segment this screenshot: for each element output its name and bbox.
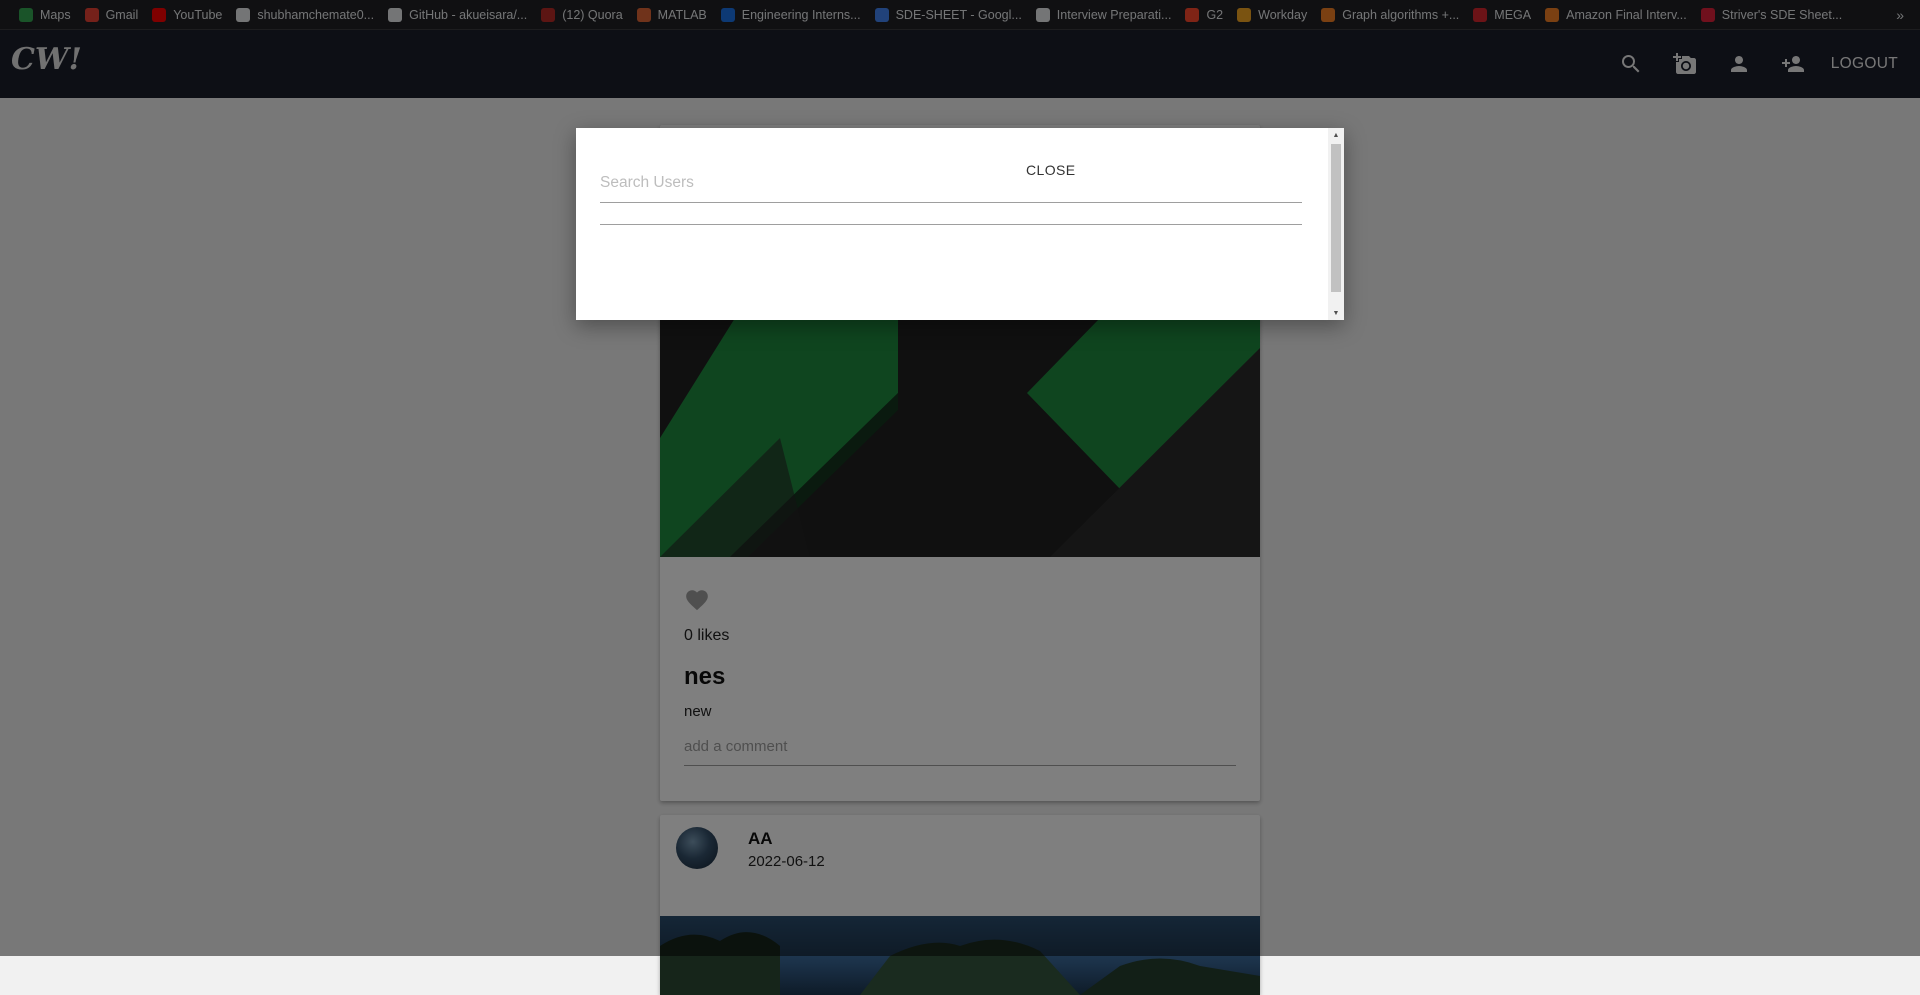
scroll-up-arrow-icon[interactable]: ▲ <box>1328 128 1344 142</box>
search-results-list <box>600 224 1302 225</box>
close-button[interactable]: CLOSE <box>1026 162 1075 178</box>
scrollbar-thumb[interactable] <box>1331 144 1341 292</box>
search-users-input[interactable] <box>600 164 1302 203</box>
search-users-modal: ▲ ▼ <box>576 128 1344 320</box>
modal-scrollbar[interactable]: ▲ ▼ <box>1328 128 1344 320</box>
scroll-down-arrow-icon[interactable]: ▼ <box>1328 306 1344 320</box>
